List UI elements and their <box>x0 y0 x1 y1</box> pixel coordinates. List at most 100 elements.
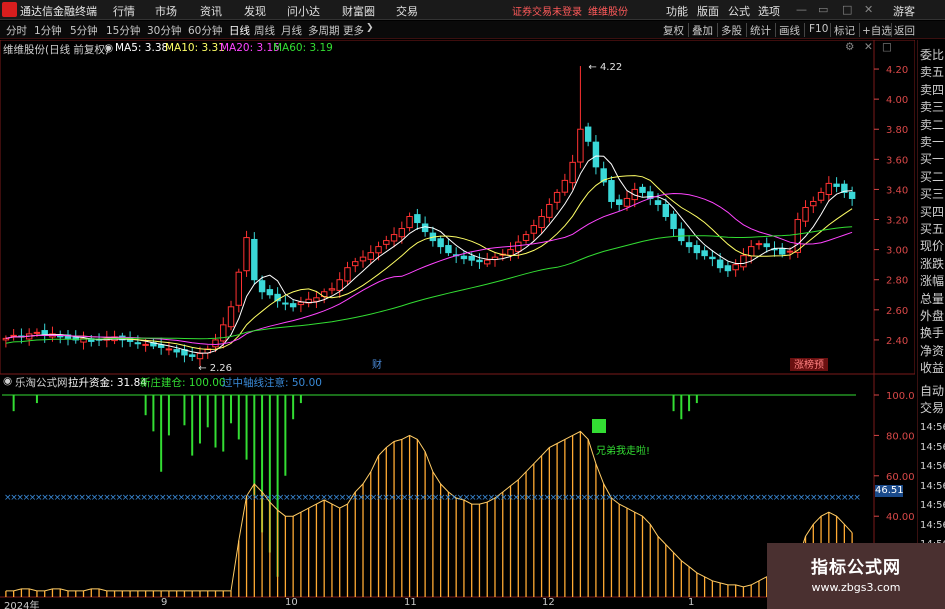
close-icon[interactable]: ✕ <box>864 3 873 16</box>
lasheng-outline <box>5 430 853 592</box>
x-label-nov: 11 <box>404 597 417 608</box>
period-15min[interactable]: 15分钟 <box>106 23 140 38</box>
candle-body <box>227 306 235 328</box>
period-monthly[interactable]: 月线 <box>281 23 302 38</box>
tool-diejia[interactable]: 叠加 <box>692 23 713 38</box>
menu-xuanxiang[interactable]: 选项 <box>758 3 780 19</box>
tool-add-favorite[interactable]: +自选 <box>862 23 892 38</box>
tool-f10[interactable]: F10 <box>809 23 828 35</box>
period-30min[interactable]: 30分钟 <box>147 23 181 38</box>
candle-body <box>779 248 786 255</box>
side-item-18[interactable]: 收益 <box>920 359 944 376</box>
divider <box>746 23 747 37</box>
tool-fuquan[interactable]: 复权 <box>663 23 684 38</box>
side-lower-1[interactable]: 交易 <box>920 399 944 416</box>
candle-body <box>755 243 763 246</box>
tool-back[interactable]: 返回 <box>894 23 915 38</box>
side-item-9[interactable]: 买四 <box>920 203 944 220</box>
candle-body <box>460 255 468 260</box>
side-item-4[interactable]: 卖二 <box>920 116 944 133</box>
menu-jiaoyi[interactable]: 交易 <box>396 3 418 19</box>
app-logo-icon <box>2 2 17 17</box>
divider <box>891 23 892 37</box>
brand-title: 指标公式网 <box>811 558 901 578</box>
candle-body <box>577 128 584 163</box>
side-time-0: 14:56 <box>920 422 945 433</box>
side-time-3: 14:56 <box>920 480 945 492</box>
menu-shichang[interactable]: 市场 <box>155 3 177 19</box>
candle-body <box>507 249 514 256</box>
side-item-15[interactable]: 外盘 <box>920 307 944 324</box>
stock-notice[interactable]: 维维股份 <box>588 3 628 18</box>
side-lower-0[interactable]: 自动 <box>920 382 944 399</box>
candle-body <box>188 354 196 357</box>
minimize-icon[interactable]: — <box>796 3 807 16</box>
side-item-5[interactable]: 卖一 <box>920 133 944 150</box>
period-daily[interactable]: 日线 <box>229 23 250 38</box>
tool-tongji[interactable]: 统计 <box>750 23 771 38</box>
menu-caifuquan[interactable]: 财富圈 <box>342 3 375 19</box>
candle-body <box>615 199 623 205</box>
side-panel: 委比 卖五 卖四 卖三 卖二 卖一 买一 买二 买三 买四 买五 现价 涨跌 涨幅 总量 外盘 换手 净资 收益自动… <box>917 40 945 609</box>
tool-duogu[interactable]: 多股 <box>721 23 742 38</box>
period-5min[interactable]: 5分钟 <box>70 23 98 38</box>
indicator-tick-label: 60.00 <box>886 472 915 483</box>
divider <box>859 23 860 37</box>
candle-body <box>421 223 429 233</box>
side-item-1[interactable]: 卖五 <box>920 63 944 80</box>
side-item-7[interactable]: 买二 <box>920 168 944 185</box>
menu-banmian[interactable]: 版面 <box>697 3 719 19</box>
indicator-tick-label: 80.00 <box>886 431 915 442</box>
side-item-12[interactable]: 涨跌 <box>920 255 944 272</box>
side-item-14[interactable]: 总量 <box>920 290 944 307</box>
period-more[interactable]: 更多 <box>343 23 364 38</box>
side-item-11[interactable]: 现价 <box>920 237 944 254</box>
candle-body <box>794 219 801 253</box>
tool-biaoji[interactable]: 标记 <box>834 23 855 38</box>
tool-huaxian[interactable]: 画线 <box>779 23 800 38</box>
candle-body <box>313 297 320 302</box>
side-item-10[interactable]: 买五 <box>920 220 944 237</box>
side-item-0[interactable]: 委比 <box>920 46 944 63</box>
chevron-right-icon[interactable]: ❯ <box>366 23 374 33</box>
candle-body <box>701 250 708 257</box>
candle-body <box>608 180 615 202</box>
menu-hangqing[interactable]: 行情 <box>113 3 135 19</box>
restore-icon[interactable]: ▭ <box>818 3 828 16</box>
menu-gongshi[interactable]: 公式 <box>728 3 750 19</box>
candle-body <box>437 238 444 248</box>
menu-gongneng[interactable]: 功能 <box>666 3 688 19</box>
kline-chart[interactable]: 4.20 4.00 3.80 3.60 3.40 3.20 3.00 2.80 2.60 2.40… <box>0 40 915 609</box>
period-weekly[interactable]: 周线 <box>254 23 275 38</box>
menu-zixun[interactable]: 资讯 <box>200 3 222 19</box>
ma10-line <box>5 175 853 351</box>
period-fenshi[interactable]: 分时 <box>6 23 27 38</box>
side-item-17[interactable]: 净资 <box>920 342 944 359</box>
candle-body <box>33 331 41 334</box>
candle-body <box>724 265 732 272</box>
menu-wenxiaoda[interactable]: 问小达 <box>287 3 320 19</box>
period-multi[interactable]: 多周期 <box>308 23 340 38</box>
user-label[interactable]: 游客 <box>893 3 915 19</box>
side-item-6[interactable]: 买一 <box>920 150 944 167</box>
login-notice[interactable]: 证券交易未登录 <box>512 3 582 18</box>
menu-faxian[interactable]: 发现 <box>244 3 266 19</box>
side-item-8[interactable]: 买三 <box>920 185 944 202</box>
side-item-16[interactable]: 换手 <box>920 324 944 341</box>
divider <box>804 23 805 37</box>
midline-marker: × <box>853 493 861 503</box>
candle-body <box>220 324 227 342</box>
candle-body <box>212 339 219 348</box>
candle-body <box>134 342 142 345</box>
side-time-5: 14:56 <box>920 519 945 531</box>
candle-body <box>297 301 305 306</box>
period-1min[interactable]: 1分钟 <box>34 23 62 38</box>
side-item-13[interactable]: 涨幅 <box>920 272 944 289</box>
candle-body <box>406 216 413 229</box>
period-60min[interactable]: 60分钟 <box>188 23 222 38</box>
divider <box>830 23 831 37</box>
side-item-2[interactable]: 卖四 <box>920 81 944 98</box>
side-item-3[interactable]: 卖三 <box>920 98 944 115</box>
maximize-icon[interactable]: □ <box>842 3 852 16</box>
candle-body <box>289 303 297 308</box>
